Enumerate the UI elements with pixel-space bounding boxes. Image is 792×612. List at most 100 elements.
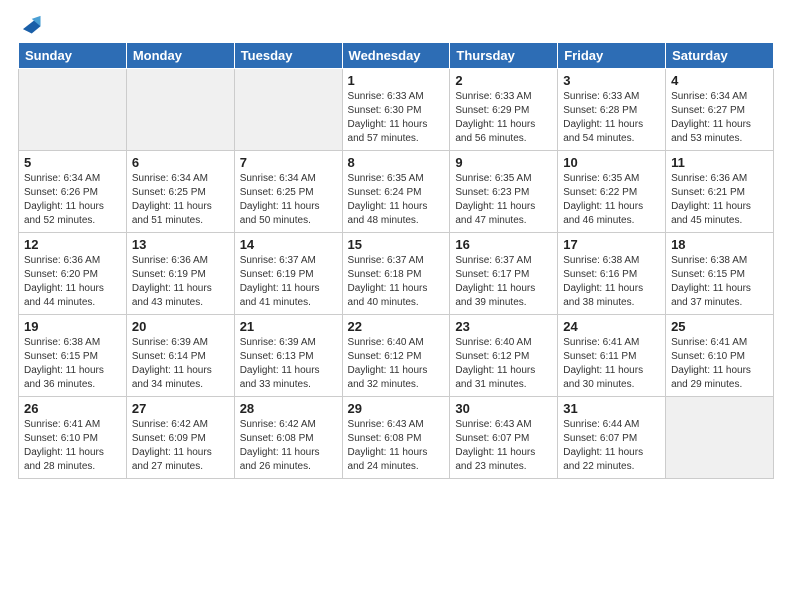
- calendar-week-row: 26 Sunrise: 6:41 AMSunset: 6:10 PMDayligh…: [19, 396, 774, 478]
- day-number: 16: [455, 237, 552, 252]
- day-number: 1: [348, 73, 445, 88]
- day-info: Sunrise: 6:33 AMSunset: 6:28 PMDaylight:…: [563, 90, 660, 146]
- day-info: Sunrise: 6:36 AMSunset: 6:19 PMDaylight:…: [132, 254, 229, 310]
- day-number: 26: [24, 401, 121, 416]
- calendar-cell: 30 Sunrise: 6:43 AMSunset: 6:07 PMDayligh…: [450, 396, 558, 478]
- logo-area: [18, 10, 42, 36]
- generalblue-logo-icon: [20, 13, 42, 35]
- calendar-cell: 26 Sunrise: 6:41 AMSunset: 6:10 PMDayligh…: [19, 396, 127, 478]
- calendar-cell: 8 Sunrise: 6:35 AMSunset: 6:24 PMDaylight…: [342, 150, 450, 232]
- day-number: 25: [671, 319, 768, 334]
- day-number: 23: [455, 319, 552, 334]
- header: [18, 10, 774, 36]
- calendar-cell: 17 Sunrise: 6:38 AMSunset: 6:16 PMDayligh…: [558, 232, 666, 314]
- day-info: Sunrise: 6:36 AMSunset: 6:20 PMDaylight:…: [24, 254, 121, 310]
- day-number: 17: [563, 237, 660, 252]
- day-info: Sunrise: 6:33 AMSunset: 6:30 PMDaylight:…: [348, 90, 445, 146]
- day-info: Sunrise: 6:38 AMSunset: 6:16 PMDaylight:…: [563, 254, 660, 310]
- day-number: 2: [455, 73, 552, 88]
- day-number: 9: [455, 155, 552, 170]
- calendar-cell: 22Sunrise: 6:40 AMSunset: 6:12 PMDayligh…: [342, 314, 450, 396]
- day-info: Sunrise: 6:43 AMSunset: 6:07 PMDaylight:…: [455, 418, 552, 474]
- calendar-cell: 9 Sunrise: 6:35 AMSunset: 6:23 PMDaylight…: [450, 150, 558, 232]
- calendar-cell: 21 Sunrise: 6:39 AMSunset: 6:13 PMDayligh…: [234, 314, 342, 396]
- day-info: Sunrise: 6:41 AMSunset: 6:11 PMDaylight:…: [563, 336, 660, 392]
- calendar-cell: [19, 68, 127, 150]
- calendar-week-row: 5 Sunrise: 6:34 AMSunset: 6:26 PMDaylight…: [19, 150, 774, 232]
- day-info: Sunrise: 6:36 AMSunset: 6:21 PMDaylight:…: [671, 172, 768, 228]
- day-info: Sunrise: 6:37 AMSunset: 6:18 PMDaylight:…: [348, 254, 445, 310]
- day-number: 14: [240, 237, 337, 252]
- day-info: Sunrise: 6:40 AMSunset: 6:12 PMDaylight:…: [455, 336, 552, 392]
- day-number: 27: [132, 401, 229, 416]
- calendar-cell: 18 Sunrise: 6:38 AMSunset: 6:15 PMDayligh…: [666, 232, 774, 314]
- page: SundayMondayTuesdayWednesdayThursdayFrid…: [0, 0, 792, 612]
- calendar-cell: 12 Sunrise: 6:36 AMSunset: 6:20 PMDayligh…: [19, 232, 127, 314]
- weekday-header-thursday: Thursday: [450, 42, 558, 68]
- day-info: Sunrise: 6:41 AMSunset: 6:10 PMDaylight:…: [24, 418, 121, 474]
- day-number: 28: [240, 401, 337, 416]
- day-info: Sunrise: 6:34 AMSunset: 6:27 PMDaylight:…: [671, 90, 768, 146]
- calendar-cell: [234, 68, 342, 150]
- day-number: 3: [563, 73, 660, 88]
- day-info: Sunrise: 6:43 AMSunset: 6:08 PMDaylight:…: [348, 418, 445, 474]
- calendar-cell: 20 Sunrise: 6:39 AMSunset: 6:14 PMDayligh…: [126, 314, 234, 396]
- day-info: Sunrise: 6:37 AMSunset: 6:19 PMDaylight:…: [240, 254, 337, 310]
- day-number: 10: [563, 155, 660, 170]
- calendar-cell: 14 Sunrise: 6:37 AMSunset: 6:19 PMDayligh…: [234, 232, 342, 314]
- day-number: 18: [671, 237, 768, 252]
- calendar-week-row: 12 Sunrise: 6:36 AMSunset: 6:20 PMDayligh…: [19, 232, 774, 314]
- day-number: 4: [671, 73, 768, 88]
- day-number: 5: [24, 155, 121, 170]
- day-info: Sunrise: 6:41 AMSunset: 6:10 PMDaylight:…: [671, 336, 768, 392]
- day-number: 22: [348, 319, 445, 334]
- calendar-cell: 5 Sunrise: 6:34 AMSunset: 6:26 PMDaylight…: [19, 150, 127, 232]
- day-number: 20: [132, 319, 229, 334]
- day-number: 7: [240, 155, 337, 170]
- day-number: 30: [455, 401, 552, 416]
- day-info: Sunrise: 6:39 AMSunset: 6:14 PMDaylight:…: [132, 336, 229, 392]
- calendar-cell: 29 Sunrise: 6:43 AMSunset: 6:08 PMDayligh…: [342, 396, 450, 478]
- weekday-header-wednesday: Wednesday: [342, 42, 450, 68]
- day-info: Sunrise: 6:38 AMSunset: 6:15 PMDaylight:…: [671, 254, 768, 310]
- calendar-cell: 11 Sunrise: 6:36 AMSunset: 6:21 PMDayligh…: [666, 150, 774, 232]
- day-info: Sunrise: 6:33 AMSunset: 6:29 PMDaylight:…: [455, 90, 552, 146]
- day-number: 15: [348, 237, 445, 252]
- calendar-cell: 1 Sunrise: 6:33 AMSunset: 6:30 PMDaylight…: [342, 68, 450, 150]
- day-info: Sunrise: 6:38 AMSunset: 6:15 PMDaylight:…: [24, 336, 121, 392]
- day-info: Sunrise: 6:34 AMSunset: 6:25 PMDaylight:…: [240, 172, 337, 228]
- day-info: Sunrise: 6:34 AMSunset: 6:25 PMDaylight:…: [132, 172, 229, 228]
- day-number: 21: [240, 319, 337, 334]
- day-number: 8: [348, 155, 445, 170]
- calendar-cell: 28 Sunrise: 6:42 AMSunset: 6:08 PMDayligh…: [234, 396, 342, 478]
- calendar-table: SundayMondayTuesdayWednesdayThursdayFrid…: [18, 42, 774, 479]
- weekday-header-monday: Monday: [126, 42, 234, 68]
- day-number: 24: [563, 319, 660, 334]
- calendar-cell: 13 Sunrise: 6:36 AMSunset: 6:19 PMDayligh…: [126, 232, 234, 314]
- weekday-header-friday: Friday: [558, 42, 666, 68]
- calendar-week-row: 19 Sunrise: 6:38 AMSunset: 6:15 PMDayligh…: [19, 314, 774, 396]
- day-info: Sunrise: 6:34 AMSunset: 6:26 PMDaylight:…: [24, 172, 121, 228]
- day-number: 29: [348, 401, 445, 416]
- calendar-cell: 24 Sunrise: 6:41 AMSunset: 6:11 PMDayligh…: [558, 314, 666, 396]
- calendar-cell: 4 Sunrise: 6:34 AMSunset: 6:27 PMDaylight…: [666, 68, 774, 150]
- day-number: 11: [671, 155, 768, 170]
- day-info: Sunrise: 6:35 AMSunset: 6:24 PMDaylight:…: [348, 172, 445, 228]
- calendar-cell: 15 Sunrise: 6:37 AMSunset: 6:18 PMDayligh…: [342, 232, 450, 314]
- day-info: Sunrise: 6:42 AMSunset: 6:08 PMDaylight:…: [240, 418, 337, 474]
- weekday-header-row: SundayMondayTuesdayWednesdayThursdayFrid…: [19, 42, 774, 68]
- day-number: 19: [24, 319, 121, 334]
- day-number: 13: [132, 237, 229, 252]
- calendar-cell: [126, 68, 234, 150]
- calendar-week-row: 1 Sunrise: 6:33 AMSunset: 6:30 PMDaylight…: [19, 68, 774, 150]
- day-number: 31: [563, 401, 660, 416]
- day-number: 12: [24, 237, 121, 252]
- day-info: Sunrise: 6:35 AMSunset: 6:22 PMDaylight:…: [563, 172, 660, 228]
- calendar-cell: 31 Sunrise: 6:44 AMSunset: 6:07 PMDayligh…: [558, 396, 666, 478]
- day-info: Sunrise: 6:39 AMSunset: 6:13 PMDaylight:…: [240, 336, 337, 392]
- calendar-cell: 16Sunrise: 6:37 AMSunset: 6:17 PMDayligh…: [450, 232, 558, 314]
- calendar-cell: 27Sunrise: 6:42 AMSunset: 6:09 PMDayligh…: [126, 396, 234, 478]
- day-info: Sunrise: 6:44 AMSunset: 6:07 PMDaylight:…: [563, 418, 660, 474]
- weekday-header-tuesday: Tuesday: [234, 42, 342, 68]
- day-info: Sunrise: 6:35 AMSunset: 6:23 PMDaylight:…: [455, 172, 552, 228]
